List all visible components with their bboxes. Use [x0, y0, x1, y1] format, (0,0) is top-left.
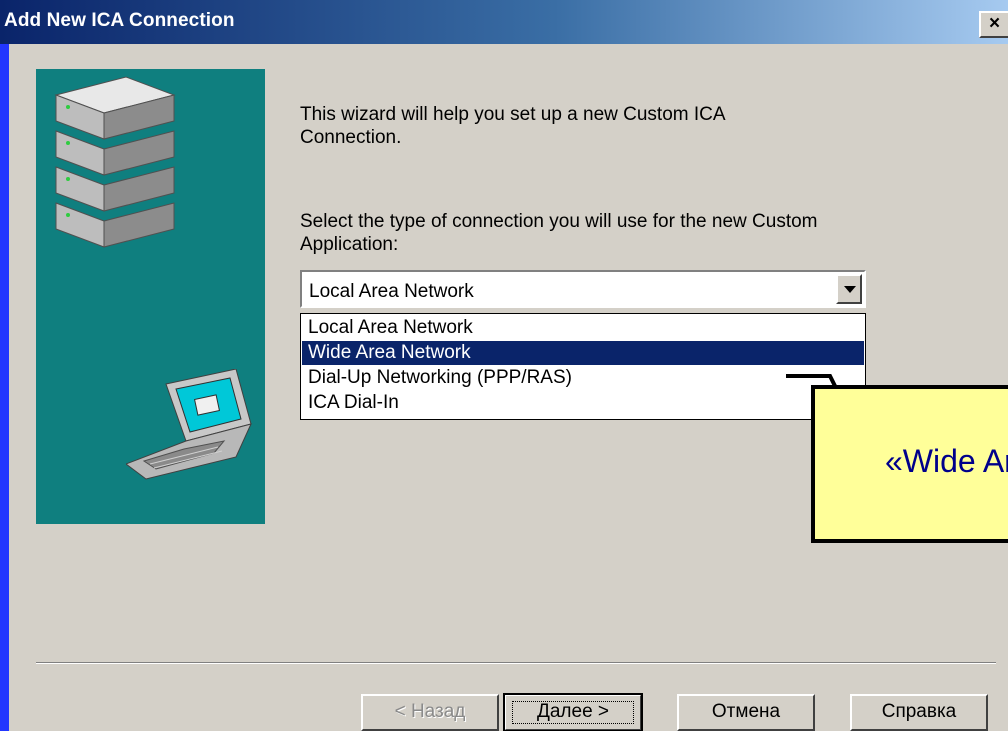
connection-type-select[interactable]: Local Area Network [300, 270, 866, 308]
connection-type-value: Local Area Network [309, 281, 474, 302]
option-local-area-network[interactable]: Local Area Network [302, 316, 864, 340]
connection-type-prompt: Select the type of connection you will u… [300, 211, 818, 255]
wizard-dialog: Add New ICA Connection × This wizard wil… [0, 0, 1008, 731]
title-bar[interactable]: Add New ICA Connection × [0, 0, 1008, 44]
close-icon: × [988, 13, 1001, 34]
wizard-intro-text: This wizard will help you set up a new C… [300, 104, 725, 148]
cancel-button[interactable]: Отмена [677, 694, 815, 731]
button-separator [36, 662, 996, 664]
annotation-callout: «Wide Area Network» [811, 385, 1008, 543]
window-title: Add New ICA Connection [4, 10, 235, 31]
connection-type-dropdown-list: Local Area Network Wide Area Network Dia… [300, 313, 866, 420]
back-button[interactable]: < Назад [361, 694, 499, 731]
option-ica-dial-in[interactable]: ICA Dial-In [302, 391, 864, 415]
next-button[interactable]: Далее > [503, 693, 643, 731]
dropdown-arrow-icon[interactable] [836, 274, 862, 304]
window-frame-edge [0, 44, 9, 731]
option-dial-up-networking[interactable]: Dial-Up Networking (PPP/RAS) [302, 366, 864, 390]
laptop-icon [126, 369, 252, 480]
help-button[interactable]: Справка [850, 694, 988, 731]
callout-text: «Wide Area Network» [885, 443, 1008, 479]
close-button[interactable]: × [979, 11, 1008, 38]
wizard-side-panel [36, 69, 265, 524]
option-wide-area-network[interactable]: Wide Area Network [302, 341, 864, 365]
